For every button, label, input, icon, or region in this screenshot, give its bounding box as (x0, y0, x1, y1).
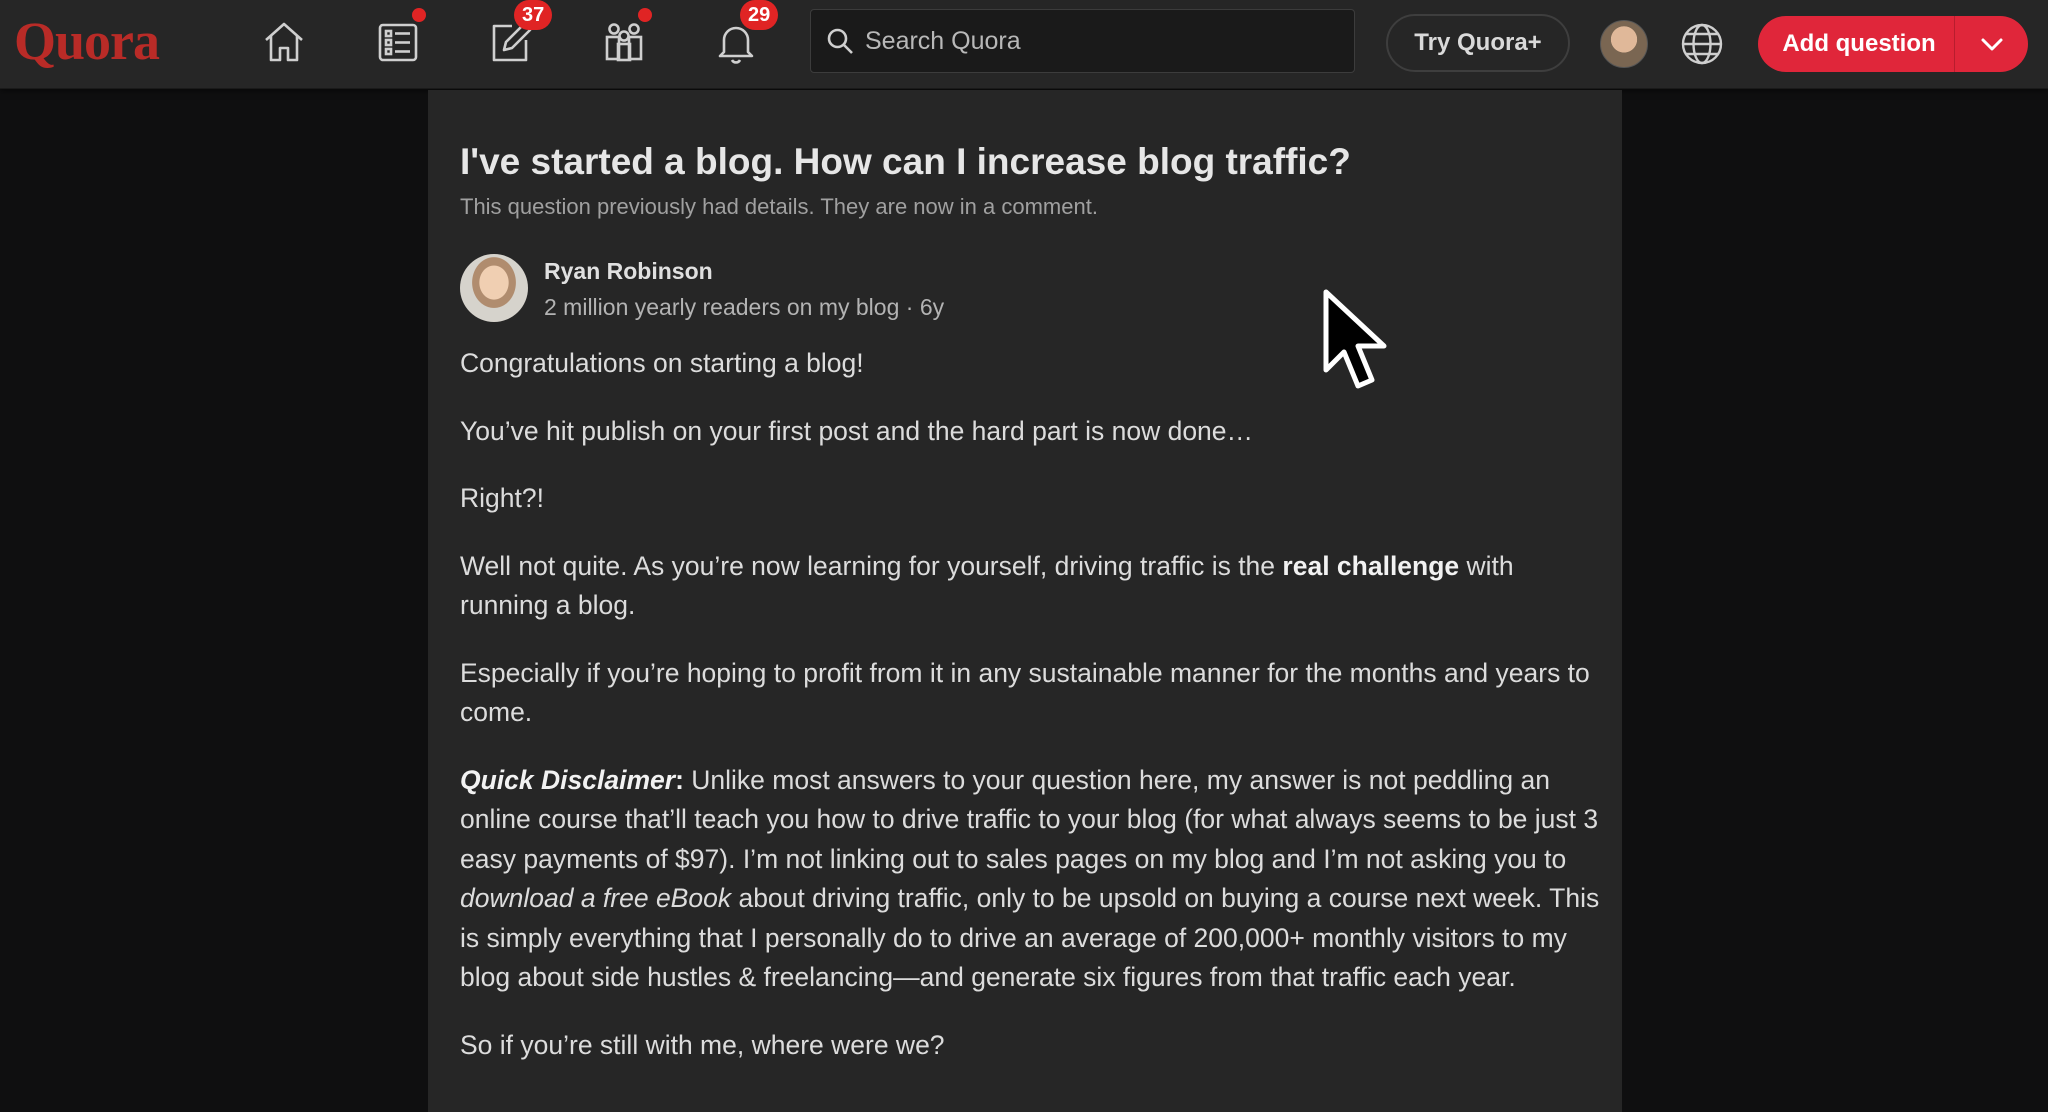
italic-text: download a free eBook (460, 883, 732, 913)
answer-body: Congratulations on starting a blog! You’… (460, 344, 1600, 1093)
text-run: Well not quite. As you’re now learning f… (460, 550, 1283, 581)
paragraph: Right?! (460, 483, 544, 513)
author-credential: 2 million yearly readers on my blog · 6y (544, 294, 945, 320)
nav-spaces[interactable] (594, 8, 654, 72)
bold-text: real challenge (1282, 550, 1460, 581)
question-title[interactable]: I've started a blog. How can I increase … (460, 138, 1600, 186)
search-bar[interactable] (810, 9, 1355, 73)
search-icon (827, 28, 853, 54)
add-question-button[interactable]: Add question (1758, 16, 1954, 72)
nav-notifications[interactable]: 29 (706, 0, 779, 72)
following-unread-dot (412, 8, 426, 22)
following-icon (378, 23, 418, 62)
search-input[interactable] (863, 25, 1347, 57)
paragraph: So if you’re still with me, where were w… (460, 1029, 945, 1060)
answer-card: I've started a blog. How can I increase … (428, 90, 1622, 1112)
spaces-icon (605, 23, 643, 62)
profile-avatar[interactable] (1600, 20, 1648, 68)
paragraph: Well not quite. As you’re now learning f… (460, 547, 1600, 626)
disclaimer-colon: : (675, 764, 684, 795)
author-name[interactable]: Ryan Robinson (544, 258, 713, 285)
paragraph: Quick Disclaimer: Unlike most answers to… (460, 761, 1600, 998)
notifications-badge: 29 (740, 0, 779, 30)
chevron-down-icon (1981, 38, 2002, 51)
home-icon (265, 22, 303, 62)
globe-icon[interactable] (1678, 20, 1726, 68)
paragraph: Congratulations on starting a blog! (460, 348, 864, 378)
nav-home[interactable] (254, 12, 314, 72)
add-question-dropdown[interactable] (1955, 16, 2028, 72)
answer-badge: 37 (514, 0, 553, 30)
spaces-unread-dot (638, 8, 652, 22)
nav-following[interactable] (368, 8, 428, 72)
top-navigation-bar: Quora 37 29 Search Quora Try Quora+ Add … (0, 0, 2048, 89)
add-question-button-group: Add question (1758, 16, 2028, 72)
nav-answer[interactable]: 37 (480, 0, 553, 72)
question-note: This question previously had details. Th… (460, 194, 1098, 219)
paragraph: Especially if you’re hoping to profit fr… (460, 657, 1590, 728)
author-avatar[interactable] (460, 254, 528, 322)
paragraph: You’ve hit publish on your first post an… (460, 415, 1254, 446)
try-quora-plus-button[interactable]: Try Quora+ (1386, 14, 1570, 72)
mouse-cursor-icon (1323, 289, 1387, 389)
disclaimer-label: Quick Disclaimer (460, 764, 676, 795)
quora-logo[interactable]: Quora (14, 6, 160, 76)
